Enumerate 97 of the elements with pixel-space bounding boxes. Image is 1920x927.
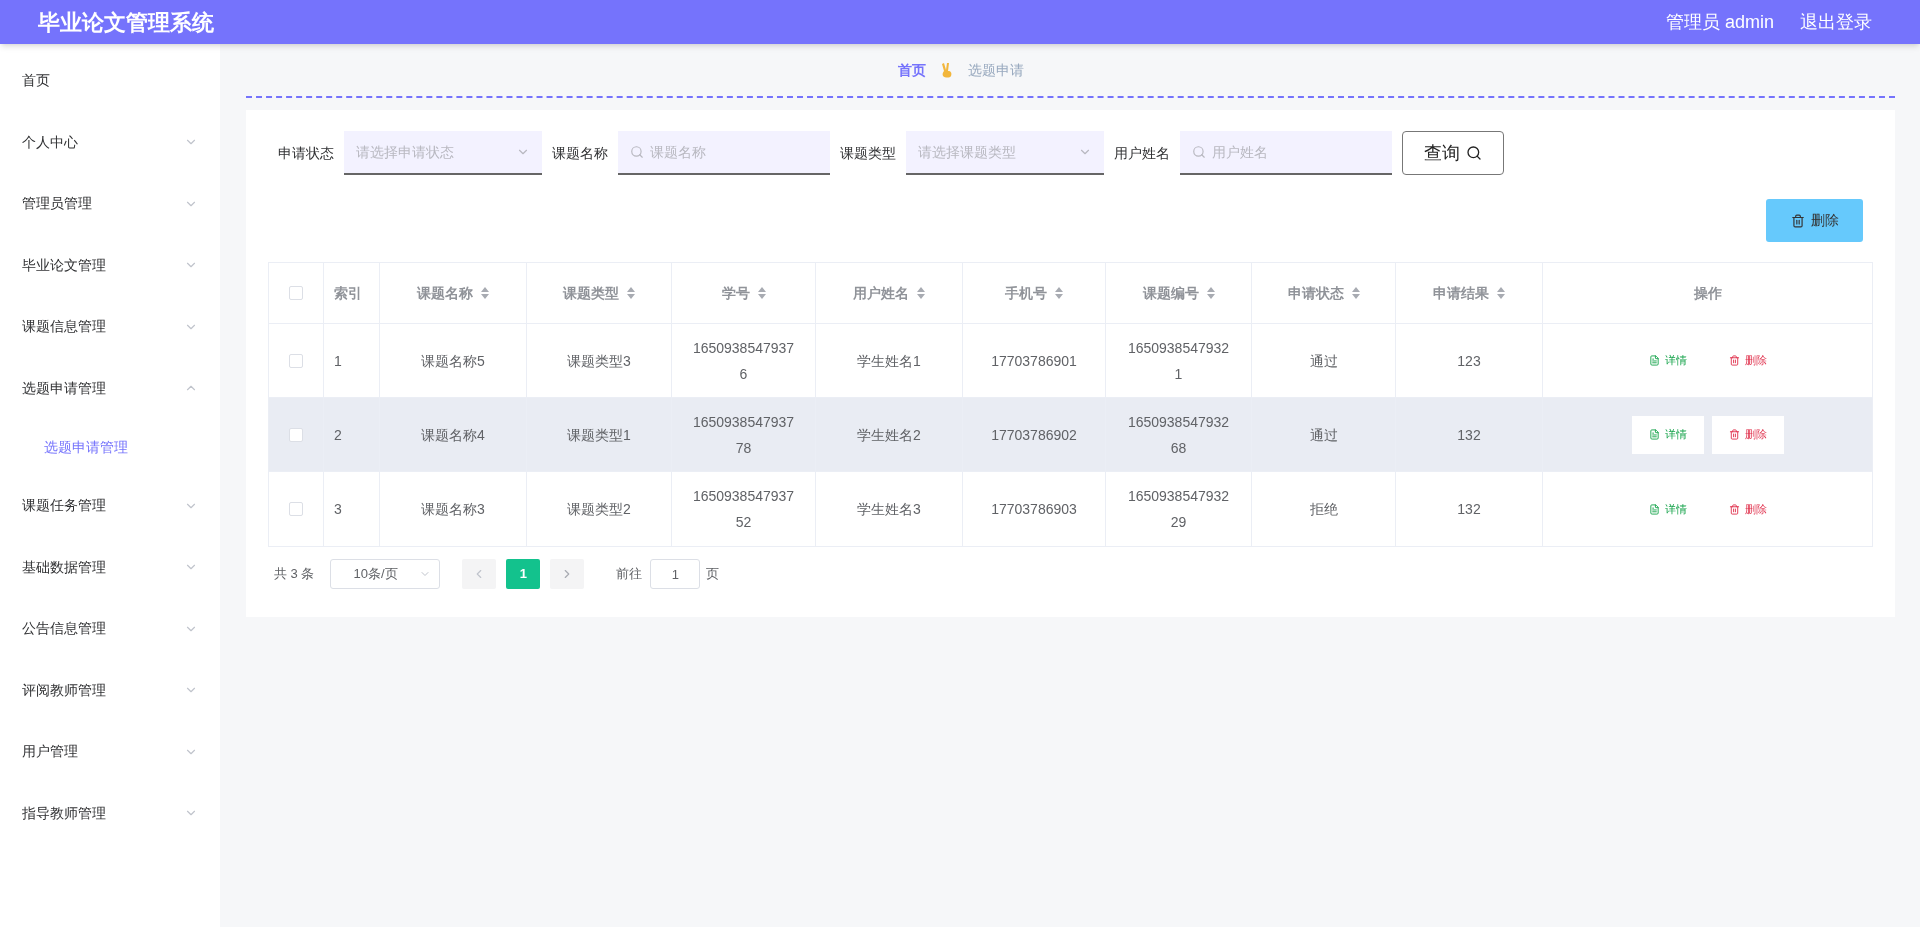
sort-icon[interactable] [481,287,489,299]
page-suffix: 页 [706,565,720,584]
table-cell-text: 165093854793268 [1126,412,1231,458]
table-cell-text: 2 [334,425,342,445]
sidebar-item[interactable]: 基础数据管理 [0,536,220,598]
delete-row-button[interactable]: 删除 [1711,341,1784,380]
table-cell-text: 132 [1457,500,1481,519]
document-icon [1648,503,1660,515]
table-cell-text: 课题名称5 [421,351,485,371]
goto-label: 前往 [616,565,643,584]
sidebar-item[interactable]: 课题任务管理 [0,475,220,537]
table-cell-text: 课题类型2 [567,500,631,519]
user-name: 管理员 admin [1665,10,1774,34]
sidebar-item[interactable]: 指导教师管理 [0,782,220,844]
table-cell-text: 165093854793229 [1126,487,1231,532]
checkbox[interactable] [289,502,303,516]
sidebar-item[interactable]: 公告信息管理 [0,598,220,660]
sidebar-item[interactable]: 个人中心 [0,111,220,173]
page-size-select[interactable]: 10条/页 [330,559,441,589]
table-cell-text: 16509385479376 [691,338,796,384]
sidebar-item[interactable]: 毕业论文管理 [0,234,220,296]
sort-icon[interactable] [1351,287,1360,299]
column-header: 操作 [1693,283,1722,303]
table-cell-text: 学生姓名1 [857,351,921,371]
sidebar-item[interactable]: 选题申请管理 [0,357,220,419]
table-cell-text: 通过 [1309,425,1338,445]
search-icon [1192,145,1206,159]
column-header: 索引 [334,283,362,303]
search-icon [630,145,644,159]
document-icon [1648,355,1660,366]
page-input[interactable]: 1 [650,559,701,589]
column-header: 用户姓名 [853,283,909,303]
table-cell-text: 123 [1457,351,1481,371]
column-header: 手机号 [1005,283,1047,303]
app-title: 毕业论文管理系统 [38,8,214,37]
column-header: 申请结果 [1433,283,1489,303]
trash-icon [1728,429,1740,440]
table-cell-text: 1 [334,351,342,371]
table-cell-text: 165093854793752 [691,487,796,532]
sidebar-item[interactable]: 首页 [0,50,220,112]
table-cell-text: 132 [1457,425,1481,445]
table-cell-text: 165093854793778 [691,412,796,458]
sort-icon[interactable] [917,287,925,299]
table-cell-text: 课题类型3 [567,351,631,371]
sort-icon[interactable] [1055,287,1063,299]
sidebar-item[interactable]: 用户管理 [0,721,220,783]
submenu-item[interactable]: 选题申请管理 [0,419,220,475]
sort-icon[interactable] [1497,287,1505,299]
column-header: 课题类型 [563,283,619,303]
search-icon [1466,145,1482,161]
sort-icon[interactable] [757,287,766,299]
checkbox[interactable] [289,427,303,442]
table-cell-text: 课题类型1 [567,425,631,445]
sort-icon[interactable] [627,287,635,299]
breadcrumb-home[interactable]: 首页 [897,59,926,81]
table-cell-text: 17703786901 [991,351,1077,371]
prev-page-button[interactable] [462,559,497,589]
column-header: 申请状态 [1287,283,1344,303]
table-cell-text: 课题名称3 [421,500,485,519]
logout-link[interactable]: 退出登录 [1800,8,1872,36]
details-button[interactable]: 详情 [1631,415,1704,454]
filter-label: 用户姓名 [1113,143,1171,163]
filter-label: 申请状态 [277,143,335,163]
delete-button[interactable]: 删除 [1766,199,1863,242]
sort-icon[interactable] [1206,287,1215,299]
next-page-button[interactable] [550,559,585,589]
table-cell-text: 通过 [1309,351,1338,371]
column-header: 课题编号 [1142,283,1199,303]
column-header: 学号 [721,283,750,303]
details-button[interactable]: 详情 [1631,490,1704,528]
trash-icon [1790,213,1805,228]
total-count: 共 3 条 [274,565,315,584]
table-cell-text: 学生姓名2 [857,425,921,445]
breadcrumb-current: 选题申请 [967,60,1024,80]
filter-label: 课题类型 [839,143,897,163]
filter-label: 课题名称 [551,143,609,163]
table-cell-text: 课题名称4 [421,425,485,445]
document-icon [1648,429,1660,440]
trash-icon [1728,355,1740,366]
table-cell-text: 3 [334,500,342,519]
table-cell-text: 拒绝 [1309,500,1338,519]
sidebar-item[interactable]: 评阅教师管理 [0,659,220,721]
trash-icon [1728,503,1740,515]
table-cell-text: 16509385479321 [1126,338,1231,384]
sidebar-item[interactable]: 管理员管理 [0,173,220,235]
hand-icon [939,62,954,78]
sidebar-item[interactable]: 课题信息管理 [0,296,220,358]
checkbox[interactable] [289,286,303,300]
query-button[interactable]: 查询 [1402,131,1504,175]
checkbox[interactable] [289,353,303,368]
table-cell-text: 17703786902 [991,425,1077,445]
delete-row-button[interactable]: 删除 [1711,490,1784,528]
column-header: 课题名称 [417,283,473,303]
table-cell-text: 学生姓名3 [857,500,921,519]
table-cell-text: 17703786903 [991,500,1077,519]
delete-row-button[interactable]: 删除 [1711,415,1784,454]
details-button[interactable]: 详情 [1631,341,1704,380]
